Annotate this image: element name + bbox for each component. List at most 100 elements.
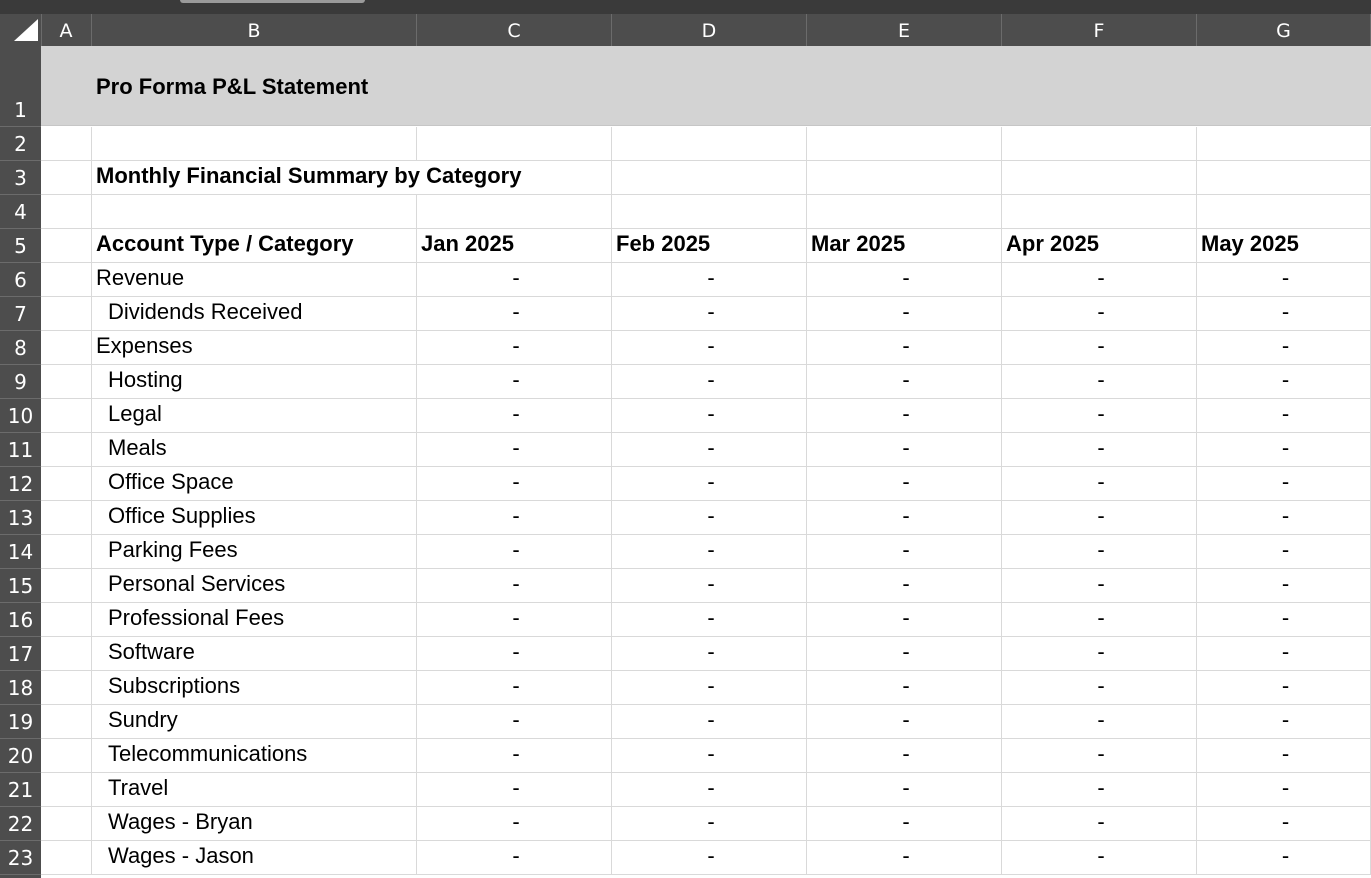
- column-header-a[interactable]: A: [41, 14, 92, 46]
- cell-line-item[interactable]: Expenses: [92, 331, 417, 365]
- cell-value[interactable]: -: [417, 705, 612, 739]
- cell-a5[interactable]: [41, 229, 92, 263]
- cell-a20[interactable]: [41, 739, 92, 773]
- cell-a19[interactable]: [41, 705, 92, 739]
- cell-a4[interactable]: [41, 195, 92, 229]
- cell-value[interactable]: -: [1197, 433, 1371, 467]
- row-header-10[interactable]: 10: [0, 399, 41, 433]
- row-header-9[interactable]: 9: [0, 365, 41, 399]
- cell-line-item[interactable]: Hosting: [92, 365, 417, 399]
- cell-value[interactable]: -: [1197, 331, 1371, 365]
- cell-a16[interactable]: [41, 603, 92, 637]
- cell-value[interactable]: -: [612, 603, 807, 637]
- cell-line-item[interactable]: Office Space: [92, 467, 417, 501]
- cell-f4[interactable]: [1002, 195, 1197, 229]
- cell-value[interactable]: -: [417, 671, 612, 705]
- cell-a8[interactable]: [41, 331, 92, 365]
- cell-value[interactable]: -: [417, 569, 612, 603]
- cell-value[interactable]: -: [1197, 807, 1371, 841]
- cell-a14[interactable]: [41, 535, 92, 569]
- cell-a12[interactable]: [41, 467, 92, 501]
- cell-value[interactable]: -: [807, 297, 1002, 331]
- cell-a1[interactable]: [41, 46, 92, 127]
- cell-value[interactable]: -: [1002, 297, 1197, 331]
- cell-d4[interactable]: [612, 195, 807, 229]
- cell-line-item[interactable]: Revenue: [92, 263, 417, 297]
- cell-a2[interactable]: [41, 127, 92, 161]
- cell-value[interactable]: -: [807, 365, 1002, 399]
- cell-a10[interactable]: [41, 399, 92, 433]
- cell-value[interactable]: -: [417, 535, 612, 569]
- row-header-16[interactable]: 16: [0, 603, 41, 637]
- cell-month-header[interactable]: Apr 2025: [1002, 229, 1197, 263]
- cell-a11[interactable]: [41, 433, 92, 467]
- cell-month-header[interactable]: Mar 2025: [807, 229, 1002, 263]
- cell-value[interactable]: -: [807, 773, 1002, 807]
- cell-value[interactable]: -: [1197, 399, 1371, 433]
- row-header-6[interactable]: 6: [0, 263, 41, 297]
- cell-subtitle[interactable]: Monthly Financial Summary by Category: [92, 161, 521, 195]
- cell-value[interactable]: -: [1002, 263, 1197, 297]
- cell-value[interactable]: -: [612, 637, 807, 671]
- cell-value[interactable]: -: [1197, 569, 1371, 603]
- cell-a15[interactable]: [41, 569, 92, 603]
- cell-value[interactable]: -: [807, 807, 1002, 841]
- cell-value[interactable]: -: [612, 433, 807, 467]
- row-header-23[interactable]: 23: [0, 841, 41, 875]
- cell-value[interactable]: -: [807, 535, 1002, 569]
- cell-value[interactable]: -: [612, 535, 807, 569]
- cell-value[interactable]: -: [807, 569, 1002, 603]
- cell-value[interactable]: -: [612, 331, 807, 365]
- cell-month-header[interactable]: Feb 2025: [612, 229, 807, 263]
- cell-value[interactable]: -: [1197, 841, 1371, 875]
- cell-value[interactable]: -: [417, 263, 612, 297]
- cell-value[interactable]: -: [612, 841, 807, 875]
- row-header-19[interactable]: 19: [0, 705, 41, 739]
- cell-line-item[interactable]: Travel: [92, 773, 417, 807]
- row-header-3[interactable]: 3: [0, 161, 41, 195]
- cell-month-header[interactable]: Jan 2025: [417, 229, 612, 263]
- cell-value[interactable]: -: [417, 841, 612, 875]
- cell-value[interactable]: -: [417, 467, 612, 501]
- cell-line-item[interactable]: Office Supplies: [92, 501, 417, 535]
- cell-a18[interactable]: [41, 671, 92, 705]
- cell-c1[interactable]: [417, 46, 612, 127]
- cell-value[interactable]: -: [1197, 671, 1371, 705]
- cell-value[interactable]: -: [1002, 365, 1197, 399]
- cell-line-item[interactable]: Legal: [92, 399, 417, 433]
- cell-value[interactable]: -: [417, 807, 612, 841]
- cell-value[interactable]: -: [417, 365, 612, 399]
- cell-line-item[interactable]: Software: [92, 637, 417, 671]
- cell-e3[interactable]: [807, 161, 1002, 195]
- cell-value[interactable]: -: [417, 399, 612, 433]
- cell-value[interactable]: -: [1002, 535, 1197, 569]
- cell-c3[interactable]: [417, 161, 612, 195]
- cell-value[interactable]: -: [1002, 501, 1197, 535]
- cell-value[interactable]: -: [612, 467, 807, 501]
- cell-value[interactable]: -: [612, 263, 807, 297]
- cell-line-item[interactable]: Telecommunications: [92, 739, 417, 773]
- cell-value[interactable]: -: [807, 671, 1002, 705]
- cell-value[interactable]: -: [612, 807, 807, 841]
- row-header-12[interactable]: 12: [0, 467, 41, 501]
- cell-value[interactable]: -: [1197, 637, 1371, 671]
- cell-value[interactable]: -: [807, 739, 1002, 773]
- cell-value[interactable]: -: [417, 297, 612, 331]
- cell-g1[interactable]: [1197, 46, 1371, 127]
- row-header-15[interactable]: 15: [0, 569, 41, 603]
- cell-value[interactable]: -: [612, 297, 807, 331]
- row-header-1[interactable]: 1: [0, 46, 41, 127]
- row-header-4[interactable]: 4: [0, 195, 41, 229]
- cell-value[interactable]: -: [417, 603, 612, 637]
- row-header-21[interactable]: 21: [0, 773, 41, 807]
- cell-line-item[interactable]: Parking Fees: [92, 535, 417, 569]
- cell-value[interactable]: -: [1002, 773, 1197, 807]
- cell-a13[interactable]: [41, 501, 92, 535]
- column-header-b[interactable]: B: [92, 14, 417, 46]
- cell-value[interactable]: -: [1197, 263, 1371, 297]
- cell-g2[interactable]: [1197, 127, 1371, 161]
- cell-value[interactable]: -: [807, 841, 1002, 875]
- cell-g4[interactable]: [1197, 195, 1371, 229]
- cell-value[interactable]: -: [1002, 331, 1197, 365]
- row-header-13[interactable]: 13: [0, 501, 41, 535]
